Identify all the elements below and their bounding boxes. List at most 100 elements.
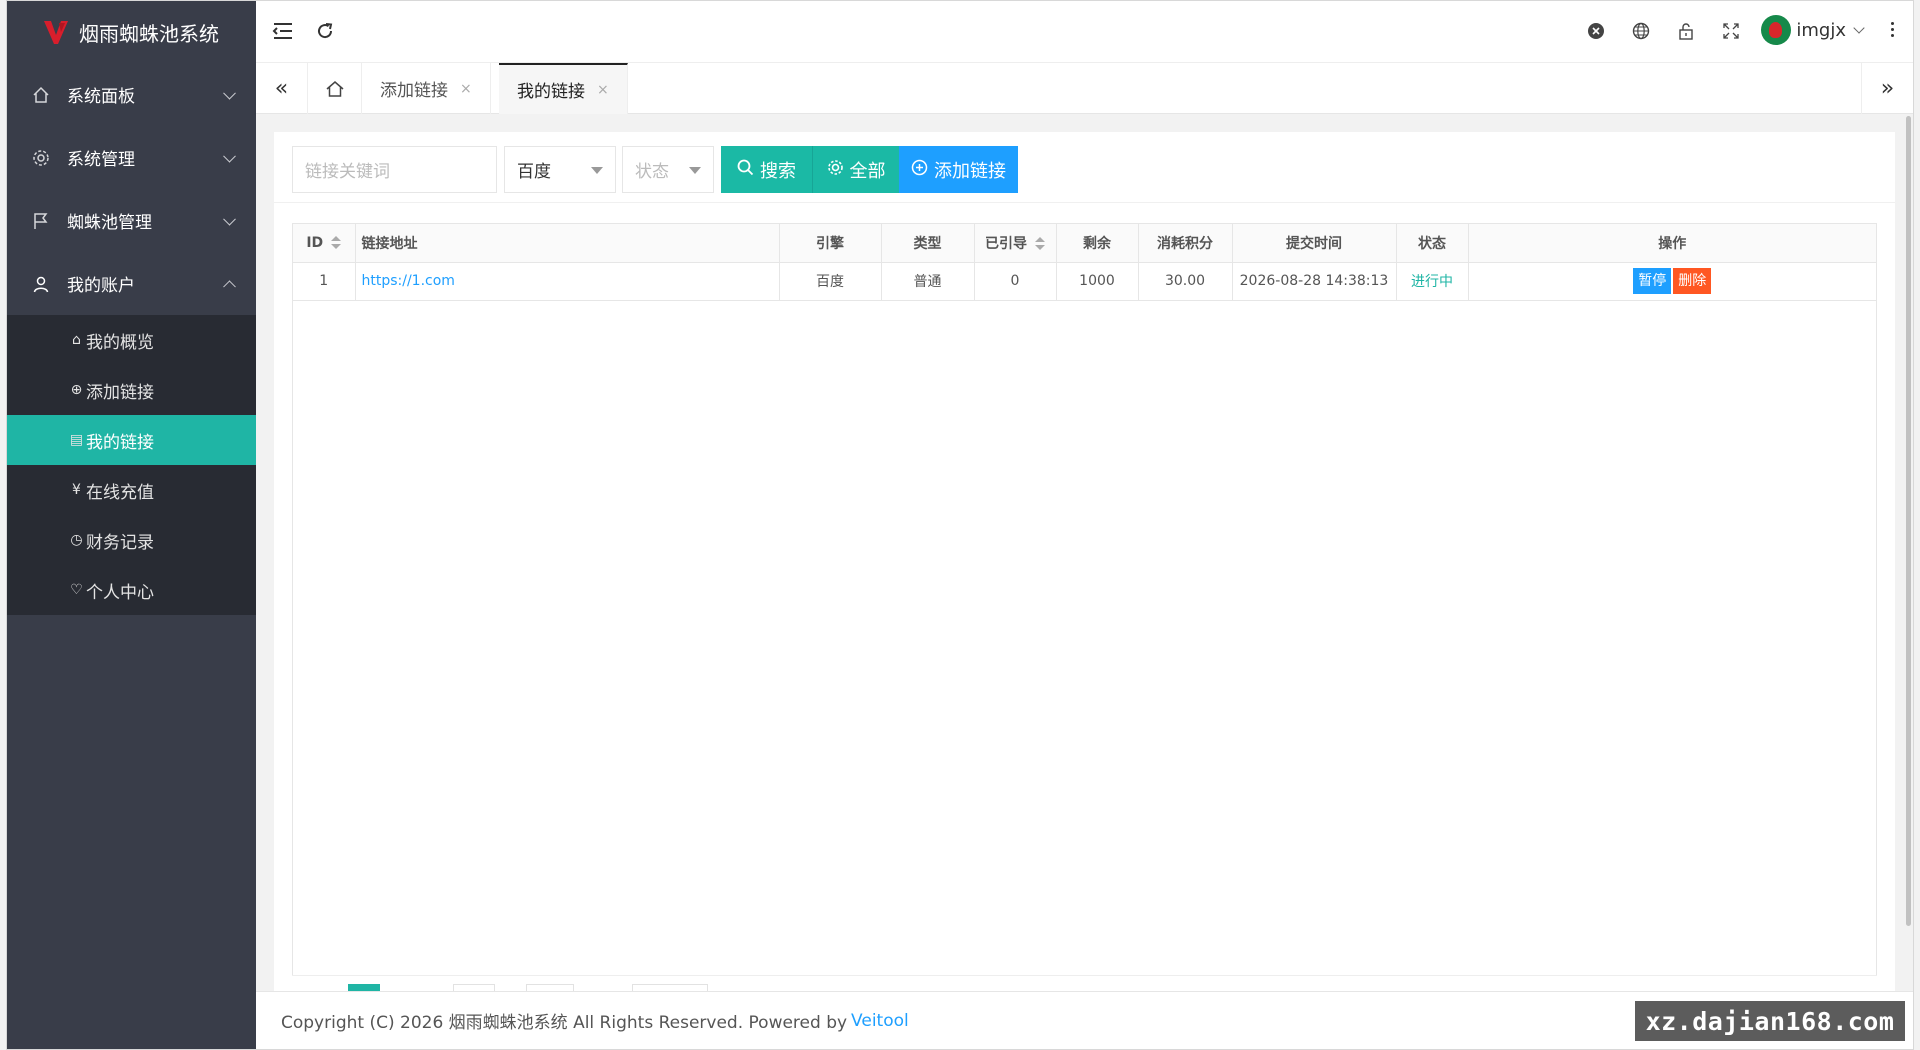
cell-type: 普通 bbox=[881, 262, 975, 301]
sort-icon[interactable] bbox=[1035, 237, 1045, 251]
lock-icon[interactable] bbox=[1673, 18, 1699, 44]
tabs-scroll-right-icon[interactable]: » bbox=[1861, 63, 1913, 114]
links-table-container: ID 链接地址 引擎 类型 已引导 剩余 消耗积分 提交时间 状态 操作 1 h… bbox=[292, 223, 1877, 991]
status-select-placeholder: 状态 bbox=[635, 162, 669, 182]
plus-circle-icon: ⊕ bbox=[70, 382, 83, 398]
footer-copyright: Copyright (C) 2026 烟雨蜘蛛池系统 All Rights Re… bbox=[281, 1013, 848, 1033]
engine-select[interactable]: 百度 bbox=[504, 146, 616, 193]
yen-icon: ¥ bbox=[72, 482, 81, 498]
tab-label: 我的链接 bbox=[517, 82, 585, 102]
username: imgjx bbox=[1796, 19, 1846, 41]
add-link-button-label: 添加链接 bbox=[934, 160, 1006, 182]
sidebar-item-finance[interactable]: ◷ 财务记录 bbox=[7, 515, 256, 565]
links-panel: 链接关键词 百度 状态 搜索 全部 添加链接 ID 链接地址 引擎 类型 已引导… bbox=[274, 132, 1895, 994]
links-table: ID 链接地址 引擎 类型 已引导 剩余 消耗积分 提交时间 状态 操作 1 h… bbox=[293, 224, 1876, 301]
user-menu[interactable]: imgjx bbox=[1761, 15, 1865, 45]
show-all-button-label: 全部 bbox=[849, 160, 886, 182]
search-icon bbox=[737, 159, 754, 181]
sidebar-item-my-links[interactable]: ▤ 我的链接 bbox=[7, 415, 256, 465]
sidebar-item-label: 蜘蛛池管理 bbox=[67, 213, 152, 233]
sidebar-item-profile[interactable]: ♡ 个人中心 bbox=[7, 565, 256, 615]
sidebar-item-label: 系统管理 bbox=[67, 150, 135, 170]
refresh-icon[interactable] bbox=[312, 18, 338, 44]
sidebar-item-my-account[interactable]: 我的账户 bbox=[7, 252, 256, 315]
app-window: 烟雨蜘蛛池系统 系统面板 系统管理 蜘蛛池管理 我的账户 ⌂ 我的概览 ⊕ 添加… bbox=[6, 0, 1914, 1050]
plus-circle-icon bbox=[911, 159, 928, 181]
avatar bbox=[1761, 15, 1792, 45]
top-header: imgjx bbox=[256, 1, 1913, 63]
page-scrollbar[interactable] bbox=[1903, 114, 1913, 991]
cell-guided: 0 bbox=[974, 262, 1057, 301]
chevron-down-icon bbox=[223, 212, 236, 226]
status-badge: 进行中 bbox=[1411, 274, 1453, 290]
sort-icon[interactable] bbox=[331, 236, 342, 250]
sidebar-item-label: 我的账户 bbox=[67, 276, 135, 296]
column-header-guided[interactable]: 已引导 bbox=[974, 224, 1057, 263]
chevron-down-icon bbox=[223, 86, 236, 100]
column-header-engine: 引擎 bbox=[779, 224, 882, 263]
sidebar-item-label: 个人中心 bbox=[86, 582, 154, 603]
home-icon: ⌂ bbox=[72, 332, 81, 348]
column-header-remaining: 剩余 bbox=[1056, 224, 1139, 263]
account-submenu: ⌂ 我的概览 ⊕ 添加链接 ▤ 我的链接 ¥ 在线充值 ◷ 财务记录 ♡ 个人中… bbox=[7, 315, 256, 615]
cell-id: 1 bbox=[293, 262, 356, 301]
cell-points: 30.00 bbox=[1138, 262, 1233, 301]
header-label: ID bbox=[306, 234, 324, 251]
tab-label: 添加链接 bbox=[380, 81, 448, 101]
sidebar-item-label: 我的链接 bbox=[86, 432, 154, 453]
add-link-button[interactable]: 添加链接 bbox=[899, 146, 1018, 193]
sidebar-item-label: 在线充值 bbox=[86, 482, 154, 503]
sidebar-item-label: 我的概览 bbox=[86, 332, 154, 353]
tab-my-links[interactable]: 我的链接 × bbox=[499, 63, 628, 114]
header-label: 已引导 bbox=[985, 235, 1027, 252]
sidebar-item-system[interactable]: 系统管理 bbox=[7, 126, 256, 189]
menu-toggle-icon[interactable] bbox=[270, 18, 296, 44]
user-icon bbox=[31, 274, 51, 294]
column-header-points: 消耗积分 bbox=[1138, 224, 1233, 263]
app-title: 烟雨蜘蛛池系统 bbox=[79, 21, 219, 46]
status-select[interactable]: 状态 bbox=[622, 146, 714, 193]
watermark: xz.dajian168.com bbox=[1635, 1001, 1905, 1041]
cell-engine: 百度 bbox=[779, 262, 882, 301]
cell-remaining: 1000 bbox=[1056, 262, 1139, 301]
close-icon[interactable]: × bbox=[460, 81, 472, 97]
delete-button[interactable]: 删除 bbox=[1673, 268, 1712, 294]
sidebar-item-label: 添加链接 bbox=[86, 382, 154, 403]
sidebar-item-overview[interactable]: ⌂ 我的概览 bbox=[7, 315, 256, 365]
sidebar-item-label: 财务记录 bbox=[86, 532, 154, 553]
sidebar-item-add-link[interactable]: ⊕ 添加链接 bbox=[7, 365, 256, 415]
gear-icon bbox=[827, 159, 844, 181]
globe-icon[interactable] bbox=[1628, 18, 1654, 44]
app-logo[interactable]: 烟雨蜘蛛池系统 bbox=[7, 1, 256, 63]
column-header-url: 链接地址 bbox=[355, 224, 780, 263]
search-button[interactable]: 搜索 bbox=[721, 146, 812, 193]
chevron-down-icon bbox=[1853, 22, 1865, 34]
scrollbar-thumb[interactable] bbox=[1906, 116, 1911, 926]
search-button-label: 搜索 bbox=[760, 160, 796, 182]
gear-icon bbox=[31, 148, 51, 168]
fullscreen-icon[interactable] bbox=[1718, 18, 1744, 44]
sidebar: 烟雨蜘蛛池系统 系统面板 系统管理 蜘蛛池管理 我的账户 ⌂ 我的概览 ⊕ 添加… bbox=[7, 1, 256, 1049]
pause-button[interactable]: 暂停 bbox=[1633, 268, 1672, 294]
sidebar-item-recharge[interactable]: ¥ 在线充值 bbox=[7, 465, 256, 515]
keyword-input[interactable]: 链接关键词 bbox=[292, 146, 497, 193]
footer-powered-link[interactable]: Veitool bbox=[851, 1011, 909, 1031]
main-content: 链接关键词 百度 状态 搜索 全部 添加链接 ID 链接地址 引擎 类型 已引导… bbox=[256, 114, 1903, 994]
sidebar-item-dashboard[interactable]: 系统面板 bbox=[7, 63, 256, 126]
sidebar-item-spider-pool[interactable]: 蜘蛛池管理 bbox=[7, 189, 256, 252]
flag-icon bbox=[31, 211, 51, 231]
tab-add-link[interactable]: 添加链接 × bbox=[362, 63, 491, 114]
show-all-button[interactable]: 全部 bbox=[812, 146, 899, 193]
sidebar-item-label: 系统面板 bbox=[67, 87, 135, 107]
column-header-id[interactable]: ID bbox=[293, 224, 356, 263]
column-header-type: 类型 bbox=[881, 224, 975, 263]
more-vertical-icon[interactable] bbox=[1891, 22, 1895, 40]
link-url[interactable]: https://1.com bbox=[362, 273, 455, 289]
tabs-scroll-left-icon[interactable]: « bbox=[256, 63, 308, 114]
home-tab-icon[interactable] bbox=[308, 63, 362, 114]
close-circle-icon[interactable] bbox=[1583, 18, 1609, 44]
filter-toolbar: 链接关键词 百度 状态 搜索 全部 添加链接 bbox=[274, 132, 1895, 203]
cell-time: 2026-08-28 14:38:13 bbox=[1232, 262, 1397, 301]
close-icon[interactable]: × bbox=[597, 82, 609, 98]
chevron-up-icon bbox=[223, 279, 236, 293]
